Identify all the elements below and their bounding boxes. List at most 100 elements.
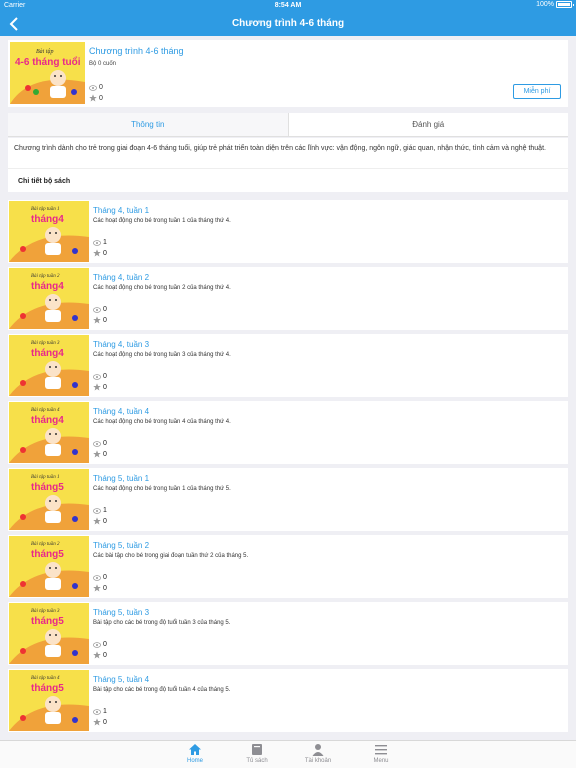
star-icon xyxy=(93,584,101,592)
eye-icon xyxy=(93,373,101,380)
list-item[interactable]: Bài tập tuần 2 tháng4 Tháng 4, tuần 2 Cá… xyxy=(8,267,568,330)
book-rating: 0 xyxy=(103,651,107,659)
program-header: Bài tập 4-6 tháng tuổi Chương trình 4-6 … xyxy=(8,40,568,107)
page-title: Chương trình 4-6 tháng xyxy=(231,18,345,29)
info-tabs: Thông tin Đánh giá xyxy=(8,113,568,137)
book-views: 0 xyxy=(103,574,107,581)
star-icon xyxy=(93,517,101,525)
star-icon xyxy=(93,383,101,391)
cover-small-text: Bài tập tuần 2 xyxy=(31,274,60,279)
star-icon xyxy=(93,316,101,324)
cover-big-text: tháng4 xyxy=(31,348,64,359)
book-title: Tháng 5, tuần 3 xyxy=(93,608,150,617)
cover-big-text: tháng5 xyxy=(31,616,64,627)
tabbar-label-bookshelf: Tủ sách xyxy=(246,758,268,764)
program-cover-image: Bài tập 4-6 tháng tuổi xyxy=(10,42,85,104)
book-cover-image: Bài tập tuần 4 tháng5 xyxy=(9,670,89,731)
program-views: 0 xyxy=(99,84,103,91)
cover-small-text: Bài tập tuần 1 xyxy=(31,207,59,212)
bookshelf-icon xyxy=(252,744,262,755)
tabbar-item-account[interactable]: Tài khoản xyxy=(288,743,348,764)
list-item[interactable]: Bài tập tuần 1 tháng4 Tháng 4, tuần 1 Cá… xyxy=(8,200,568,263)
book-views: 0 xyxy=(103,373,107,380)
cover-big-text: tháng4 xyxy=(31,281,64,292)
book-title: Tháng 5, tuần 1 xyxy=(93,474,150,483)
book-rating: 0 xyxy=(103,383,107,391)
book-rating: 0 xyxy=(103,718,107,726)
cover-big-text: tháng5 xyxy=(31,683,64,694)
program-subtitle: Bộ 0 cuốn xyxy=(89,61,117,67)
book-description: Các hoạt động cho bé trong tuần 1 của th… xyxy=(93,218,231,224)
menu-icon xyxy=(375,745,387,755)
book-rating: 0 xyxy=(103,517,107,525)
book-cover-image: Bài tập tuần 3 tháng5 xyxy=(9,603,89,664)
book-rating: 0 xyxy=(103,249,107,257)
list-item[interactable]: Bài tập tuần 3 tháng4 Tháng 4, tuần 3 Cá… xyxy=(8,334,568,397)
book-cover-image: Bài tập tuần 1 tháng5 xyxy=(9,469,89,530)
cover-small-text: Bài tập tuần 3 xyxy=(31,341,60,346)
book-description: Bài tập cho các bé trong độ tuổi tuần 3 … xyxy=(93,620,231,626)
book-description: Các hoạt động cho bé trong tuần 2 của th… xyxy=(93,285,231,291)
eye-icon xyxy=(93,239,101,246)
cover-small-text: Bài tập tuần 1 xyxy=(31,475,59,480)
book-cover-image: Bài tập tuần 1 tháng4 xyxy=(9,201,89,262)
status-time: 8:54 AM xyxy=(274,2,302,9)
tabbar-item-menu[interactable]: Menu xyxy=(351,743,411,764)
eye-icon xyxy=(93,708,101,715)
tab-info[interactable]: Thông tin xyxy=(8,113,289,136)
cover-big-text: tháng5 xyxy=(31,482,64,493)
book-views: 1 xyxy=(103,507,107,514)
eye-icon xyxy=(93,440,101,447)
star-icon xyxy=(93,450,101,458)
book-description: Các hoạt động cho bé trong tuần 4 của th… xyxy=(93,419,231,425)
list-item[interactable]: Bài tập tuần 3 tháng5 Tháng 5, tuần 3 Bà… xyxy=(8,602,568,665)
book-cover-image: Bài tập tuần 4 tháng4 xyxy=(9,402,89,463)
tabbar-item-home[interactable]: Home xyxy=(165,743,225,764)
eye-icon xyxy=(89,84,97,91)
star-icon xyxy=(93,249,101,257)
eye-icon xyxy=(93,574,101,581)
home-icon xyxy=(189,744,201,755)
bottom-tab-bar: Home Tủ sách Tài khoản Menu xyxy=(0,740,576,768)
navigation-bar: Chương trình 4-6 tháng xyxy=(0,12,576,36)
book-cover-image: Bài tập tuần 3 tháng4 xyxy=(9,335,89,396)
free-price-button[interactable]: Miễn phí xyxy=(513,84,561,99)
account-icon xyxy=(312,744,324,756)
cover-small-text: Bài tập tuần 2 xyxy=(31,542,60,547)
book-views: 0 xyxy=(103,641,107,648)
section-title-book-details: Chi tiết bộ sách xyxy=(8,168,568,192)
cover-small-text: Bài tập tuần 4 xyxy=(31,408,60,413)
book-views: 1 xyxy=(103,708,107,715)
book-title: Tháng 5, tuần 2 xyxy=(93,541,150,550)
program-title: Chương trình 4-6 tháng xyxy=(89,46,184,56)
book-title: Tháng 4, tuần 1 xyxy=(93,206,150,215)
book-description: Các hoạt động cho bé trong tuần 3 của th… xyxy=(93,352,231,358)
cover-big-text: 4-6 tháng tuổi xyxy=(15,56,81,68)
tabbar-item-bookshelf[interactable]: Tủ sách xyxy=(227,743,287,764)
eye-icon xyxy=(93,306,101,313)
book-rating: 0 xyxy=(103,584,107,592)
star-icon xyxy=(89,94,97,102)
book-rating: 0 xyxy=(103,450,107,458)
book-cover-image: Bài tập tuần 2 tháng5 xyxy=(9,536,89,597)
status-bar: Carrier 8:54 AM 100% xyxy=(0,0,576,12)
list-item[interactable]: Bài tập tuần 1 tháng5 Tháng 5, tuần 1 Cá… xyxy=(8,468,568,531)
book-title: Tháng 4, tuần 3 xyxy=(93,340,150,349)
list-item[interactable]: Bài tập tuần 4 tháng4 Tháng 4, tuần 4 Cá… xyxy=(8,401,568,464)
battery-icon xyxy=(556,1,574,8)
book-description: Các bài tập cho bé trong giai đoạn tuần … xyxy=(93,553,249,559)
tabbar-label-menu: Menu xyxy=(373,758,389,764)
book-views: 0 xyxy=(103,306,107,313)
list-item[interactable]: Bài tập tuần 2 tháng5 Tháng 5, tuần 2 Cá… xyxy=(8,535,568,598)
program-rating: 0 xyxy=(99,94,103,102)
cover-big-text: tháng4 xyxy=(31,415,64,426)
book-description: Các hoạt động cho bé trong tuần 1 của th… xyxy=(93,486,231,492)
star-icon xyxy=(93,651,101,659)
tab-reviews[interactable]: Đánh giá xyxy=(289,113,569,136)
book-views: 1 xyxy=(103,239,107,246)
eye-icon xyxy=(93,507,101,514)
program-description: Chương trình dành cho trẻ trong giai đoạ… xyxy=(8,138,568,168)
book-description: Bài tập cho các bé trong độ tuổi tuần 4 … xyxy=(93,687,231,693)
list-item[interactable]: Bài tập tuần 4 tháng5 Tháng 5, tuần 4 Bà… xyxy=(8,669,568,732)
cover-small-text: Bài tập xyxy=(36,49,54,55)
